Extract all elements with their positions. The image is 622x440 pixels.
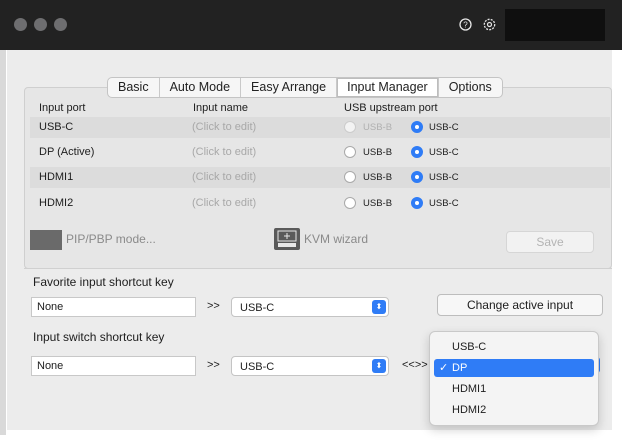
favorite-shortcut-title: Favorite input shortcut key (33, 275, 174, 289)
menu-item-hdmi1[interactable]: HDMI1 (434, 380, 594, 398)
select-value: USB-C (240, 302, 275, 314)
window-edge (0, 50, 6, 435)
usb-b-label: USB-B (363, 198, 393, 209)
usb-b-radio[interactable] (344, 197, 356, 209)
usb-b-label: USB-B (363, 122, 393, 133)
pip-pbp-mode-link[interactable]: PIP/PBP mode... (66, 232, 156, 246)
switch-shortcut-key-field[interactable]: None (31, 356, 196, 376)
question-circle-icon[interactable]: ? (458, 17, 472, 31)
input-name-field[interactable]: (Click to edit) (192, 197, 256, 209)
usb-c-radio[interactable] (411, 197, 423, 209)
input-name-field[interactable]: (Click to edit) (192, 146, 256, 158)
usb-c-radio[interactable] (411, 146, 423, 158)
kvm-wizard-link[interactable]: KVM wizard (304, 232, 368, 246)
input-port-label: HDMI1 (39, 171, 74, 183)
pip-pbp-icon[interactable] (30, 230, 62, 250)
menu-item-usb-c[interactable]: USB-C (434, 338, 594, 356)
switch-shortcut-title: Input switch shortcut key (33, 330, 165, 344)
input-name-field[interactable]: (Click to edit) (192, 171, 256, 183)
swap-label: <<>> (402, 359, 428, 371)
usb-b-label: USB-B (363, 172, 393, 183)
close-window-button[interactable] (14, 18, 27, 31)
select-value: USB-C (240, 361, 275, 373)
usb-c-label: USB-C (429, 172, 459, 183)
tab-easy-arrange[interactable]: Easy Arrange (241, 78, 338, 97)
menu-item-dp[interactable]: ✓ DP (434, 359, 594, 377)
usb-b-radio[interactable] (344, 146, 356, 158)
table-row: USB-C (Click to edit) USB-B USB-C (30, 117, 610, 138)
input-port-label: HDMI2 (39, 197, 74, 209)
switch-input-select[interactable]: USB-C ⬍ (231, 356, 389, 376)
favorite-shortcut-key-field[interactable]: None (31, 297, 196, 317)
menu-item-label: DP (452, 362, 468, 374)
updown-chevron-icon: ⬍ (372, 300, 386, 314)
tab-basic[interactable]: Basic (108, 78, 160, 97)
kvm-wizard-icon[interactable] (274, 228, 300, 250)
section-divider (24, 268, 612, 269)
input-name-field[interactable]: (Click to edit) (192, 121, 256, 133)
table-row: HDMI2 (Click to edit) USB-B USB-C (30, 193, 610, 214)
svg-text:?: ? (463, 20, 468, 29)
usb-c-label: USB-C (429, 147, 459, 158)
usb-c-label: USB-C (429, 198, 459, 209)
usb-b-label: USB-B (363, 147, 393, 158)
monitor-name-area (505, 9, 605, 41)
menu-item-hdmi2[interactable]: HDMI2 (434, 401, 594, 419)
checkmark-icon: ✓ (439, 362, 449, 374)
save-button[interactable]: Save (506, 231, 594, 253)
tab-options[interactable]: Options (439, 78, 502, 97)
zoom-window-button[interactable] (54, 18, 67, 31)
header-usb-upstream: USB upstream port (344, 102, 438, 114)
arrow-label: >> (207, 359, 220, 371)
input-port-label: DP (Active) (39, 146, 95, 158)
input-port-label: USB-C (39, 121, 74, 133)
header-input-name: Input name (193, 102, 249, 114)
minimize-window-button[interactable] (34, 18, 47, 31)
usb-c-radio[interactable] (411, 171, 423, 183)
table-row: DP (Active) (Click to edit) USB-B USB-C (30, 142, 610, 163)
tab-bar: Basic Auto Mode Easy Arrange Input Manag… (107, 77, 503, 98)
change-active-input-button[interactable]: Change active input (437, 294, 603, 316)
tab-auto-mode[interactable]: Auto Mode (160, 78, 242, 97)
usb-b-radio[interactable] (344, 171, 356, 183)
title-bar: ? (0, 0, 622, 50)
gear-icon[interactable] (482, 17, 496, 31)
usb-c-radio[interactable] (411, 121, 423, 133)
favorite-input-select[interactable]: USB-C ⬍ (231, 297, 389, 317)
usb-c-label: USB-C (429, 122, 459, 133)
input-dropdown-menu: USB-C ✓ DP HDMI1 HDMI2 (429, 331, 599, 426)
updown-chevron-icon: ⬍ (372, 359, 386, 373)
tab-input-manager[interactable]: Input Manager (337, 78, 439, 97)
usb-b-radio (344, 121, 356, 133)
header-input-port: Input port (39, 102, 86, 114)
arrow-label: >> (207, 300, 220, 312)
table-row: HDMI1 (Click to edit) USB-B USB-C (30, 167, 610, 188)
